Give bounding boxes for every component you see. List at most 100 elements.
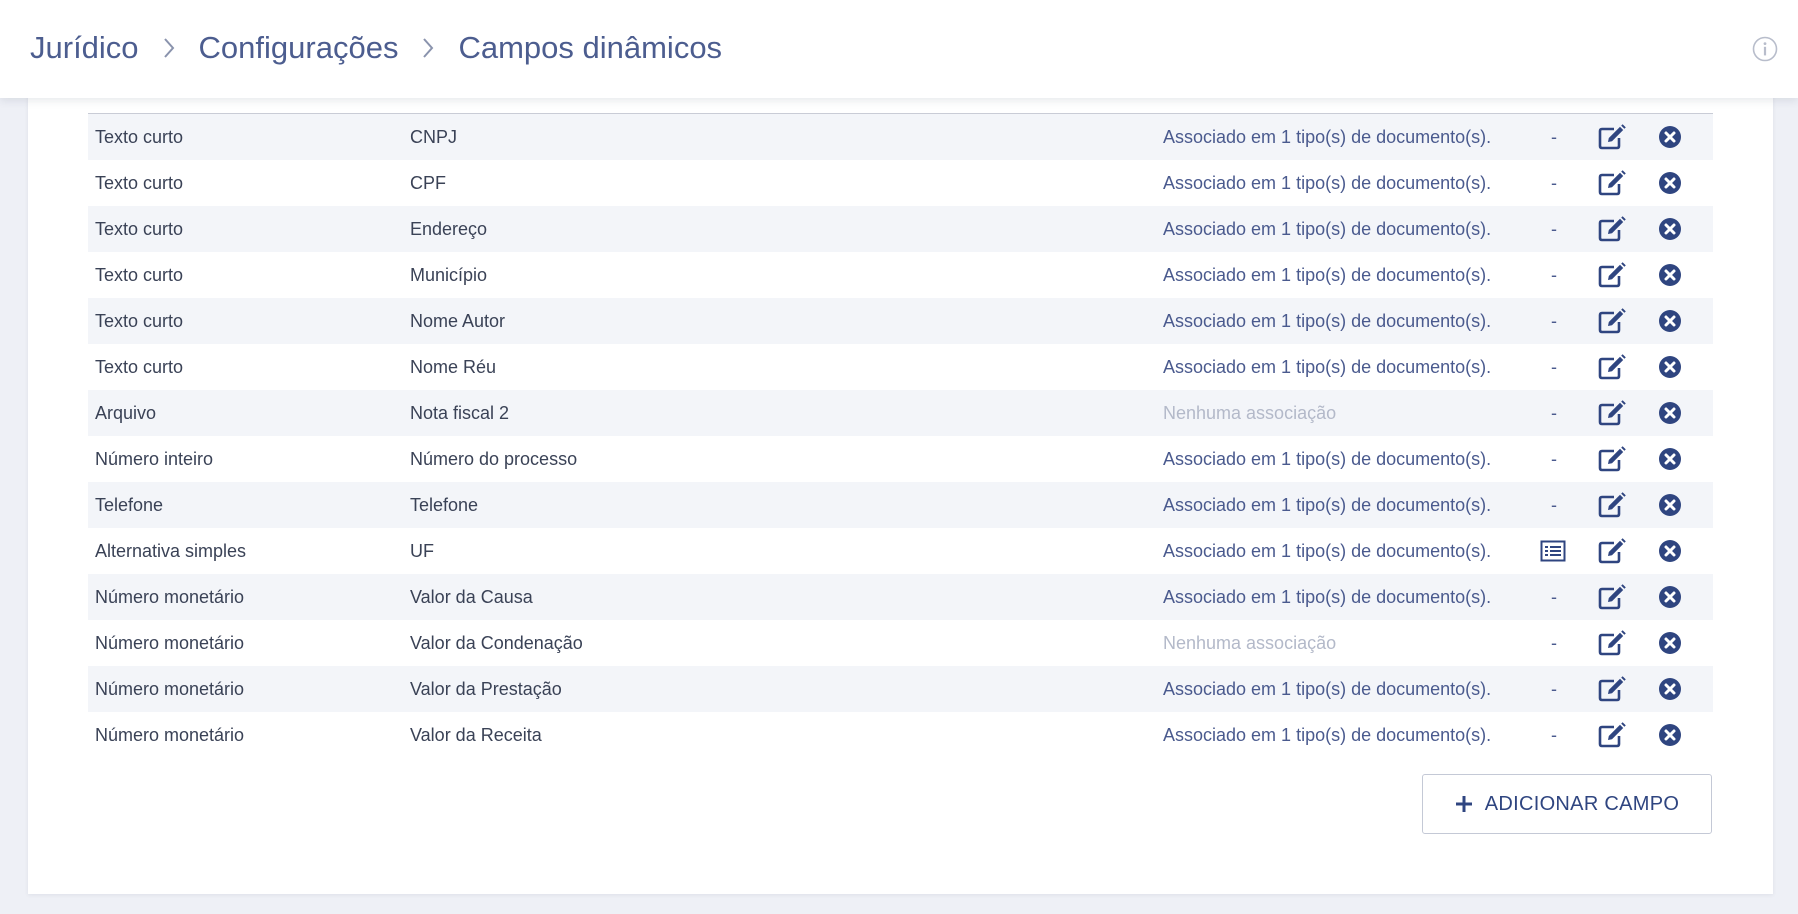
field-type: Texto curto [95,173,184,193]
edit-icon[interactable] [1598,298,1628,334]
field-association: Associado em 1 tipo(s) de documento(s). [1163,127,1492,147]
options-placeholder: - [1551,495,1557,515]
close-circle-icon[interactable] [1657,160,1683,196]
table-row: Texto curto CNPJ Associado em 1 tipo(s) de… [88,114,1713,160]
table-row: Número monetário Valor da Condenação Nenhu… [88,620,1713,666]
breadcrumb-item-juridico[interactable]: Jurídico [30,30,139,66]
options-placeholder: - [1551,173,1557,193]
close-circle-icon[interactable] [1657,206,1683,242]
close-circle-icon[interactable] [1657,620,1683,656]
field-association: Associado em 1 tipo(s) de documento(s). [1163,587,1492,607]
add-field-button-label: ADICIONAR CAMPO [1484,792,1680,815]
field-type: Número monetário [95,587,245,607]
field-name: Número do processo [410,449,578,469]
dynamic-fields-table: Texto curto CNPJ Associado em 1 tipo(s) de… [88,113,1713,758]
field-name: Município [410,265,488,285]
field-association: Associado em 1 tipo(s) de documento(s). [1163,311,1492,331]
field-name: Valor da Condenação [410,633,583,653]
close-circle-icon[interactable] [1657,252,1683,288]
options-placeholder: - [1551,725,1557,745]
field-association: Associado em 1 tipo(s) de documento(s). [1163,357,1492,377]
close-circle-icon[interactable] [1657,436,1683,472]
field-name: Valor da Causa [410,587,533,607]
page-header: Jurídico Configurações Campos dinâmicos [0,0,1798,98]
close-circle-icon[interactable] [1657,482,1683,518]
field-association: Nenhuma associação [1163,403,1337,423]
table-row: Alternativa simples UF Associado em 1 tipo… [88,528,1713,574]
close-circle-icon[interactable] [1657,574,1683,610]
edit-icon[interactable] [1598,160,1628,196]
close-circle-icon[interactable] [1657,666,1683,702]
field-association: Associado em 1 tipo(s) de documento(s). [1163,679,1492,699]
edit-icon[interactable] [1598,390,1628,426]
options-placeholder: - [1551,633,1557,653]
close-circle-icon[interactable] [1657,298,1683,334]
close-circle-icon[interactable] [1657,712,1683,748]
field-name: Endereço [410,219,488,239]
edit-icon[interactable] [1598,666,1628,702]
edit-icon[interactable] [1598,252,1628,288]
edit-icon[interactable] [1598,574,1628,610]
field-association: Associado em 1 tipo(s) de documento(s). [1163,495,1492,515]
edit-icon[interactable] [1598,712,1628,748]
field-name: Telefone [410,495,479,515]
edit-icon[interactable] [1598,206,1628,242]
edit-icon[interactable] [1598,528,1628,564]
options-placeholder: - [1551,357,1557,377]
options-placeholder: - [1551,403,1557,423]
field-type: Número monetário [95,725,245,745]
field-type: Texto curto [95,127,184,147]
field-association: Associado em 1 tipo(s) de documento(s). [1163,173,1492,193]
edit-icon[interactable] [1598,114,1628,150]
field-name: CNPJ [410,127,458,147]
field-type: Número monetário [95,679,245,699]
field-type: Texto curto [95,357,184,377]
table-row: Texto curto Nome Réu Associado em 1 tipo(s… [88,344,1713,390]
close-circle-icon[interactable] [1657,528,1683,564]
field-type: Texto curto [95,311,184,331]
field-type: Número inteiro [95,449,214,469]
field-name: CPF [410,173,446,193]
field-name: UF [410,541,434,561]
edit-icon[interactable] [1598,436,1628,472]
breadcrumb-item-configuracoes[interactable]: Configurações [199,30,399,66]
edit-icon[interactable] [1598,620,1628,656]
field-association: Associado em 1 tipo(s) de documento(s). [1163,449,1492,469]
close-circle-icon[interactable] [1657,114,1683,150]
field-name: Valor da Receita [410,725,542,745]
breadcrumb-item-campos-dinamicos: Campos dinâmicos [458,30,723,65]
options-placeholder: - [1551,311,1557,331]
field-name: Nome Autor [410,311,506,331]
edit-icon[interactable] [1598,482,1628,518]
table-row: Texto curto CPF Associado em 1 tipo(s) de … [88,160,1713,206]
plus-icon [1455,795,1473,813]
table-row: Texto curto Nome Autor Associado em 1 tipo… [88,298,1713,344]
add-field-button[interactable]: ADICIONAR CAMPO [1422,774,1712,834]
field-association: Associado em 1 tipo(s) de documento(s). [1163,265,1492,285]
field-type: Arquivo [95,403,157,423]
list-icon[interactable] [1540,528,1568,562]
options-placeholder: - [1551,449,1557,469]
field-type: Alternativa simples [95,541,247,561]
field-association: Associado em 1 tipo(s) de documento(s). [1163,219,1492,239]
table-row: Texto curto Município Associado em 1 tipo(… [88,252,1713,298]
close-circle-icon[interactable] [1657,344,1683,380]
close-circle-icon[interactable] [1657,390,1683,426]
table-row: Número inteiro Número do processo Associad… [88,436,1713,482]
info-icon[interactable] [1752,36,1778,62]
table-row: Número monetário Valor da Receita Associad… [88,712,1713,758]
options-placeholder: - [1551,127,1557,147]
field-name: Nome Réu [410,357,497,377]
field-type: Telefone [95,495,164,515]
field-association: Associado em 1 tipo(s) de documento(s). [1163,725,1492,745]
field-name: Nota fiscal 2 [410,403,510,423]
chevron-right-icon [406,31,450,65]
options-placeholder: - [1551,679,1557,699]
table-row: Telefone Telefone Associado em 1 tipo(s) d… [88,482,1713,528]
table-row: Texto curto Endereço Associado em 1 tipo(s… [88,206,1713,252]
edit-icon[interactable] [1598,344,1628,380]
options-placeholder: - [1551,219,1557,239]
field-association: Nenhuma associação [1163,633,1337,653]
options-placeholder: - [1551,587,1557,607]
table-row: Arquivo Nota fiscal 2 Nenhuma associação - [88,390,1713,436]
